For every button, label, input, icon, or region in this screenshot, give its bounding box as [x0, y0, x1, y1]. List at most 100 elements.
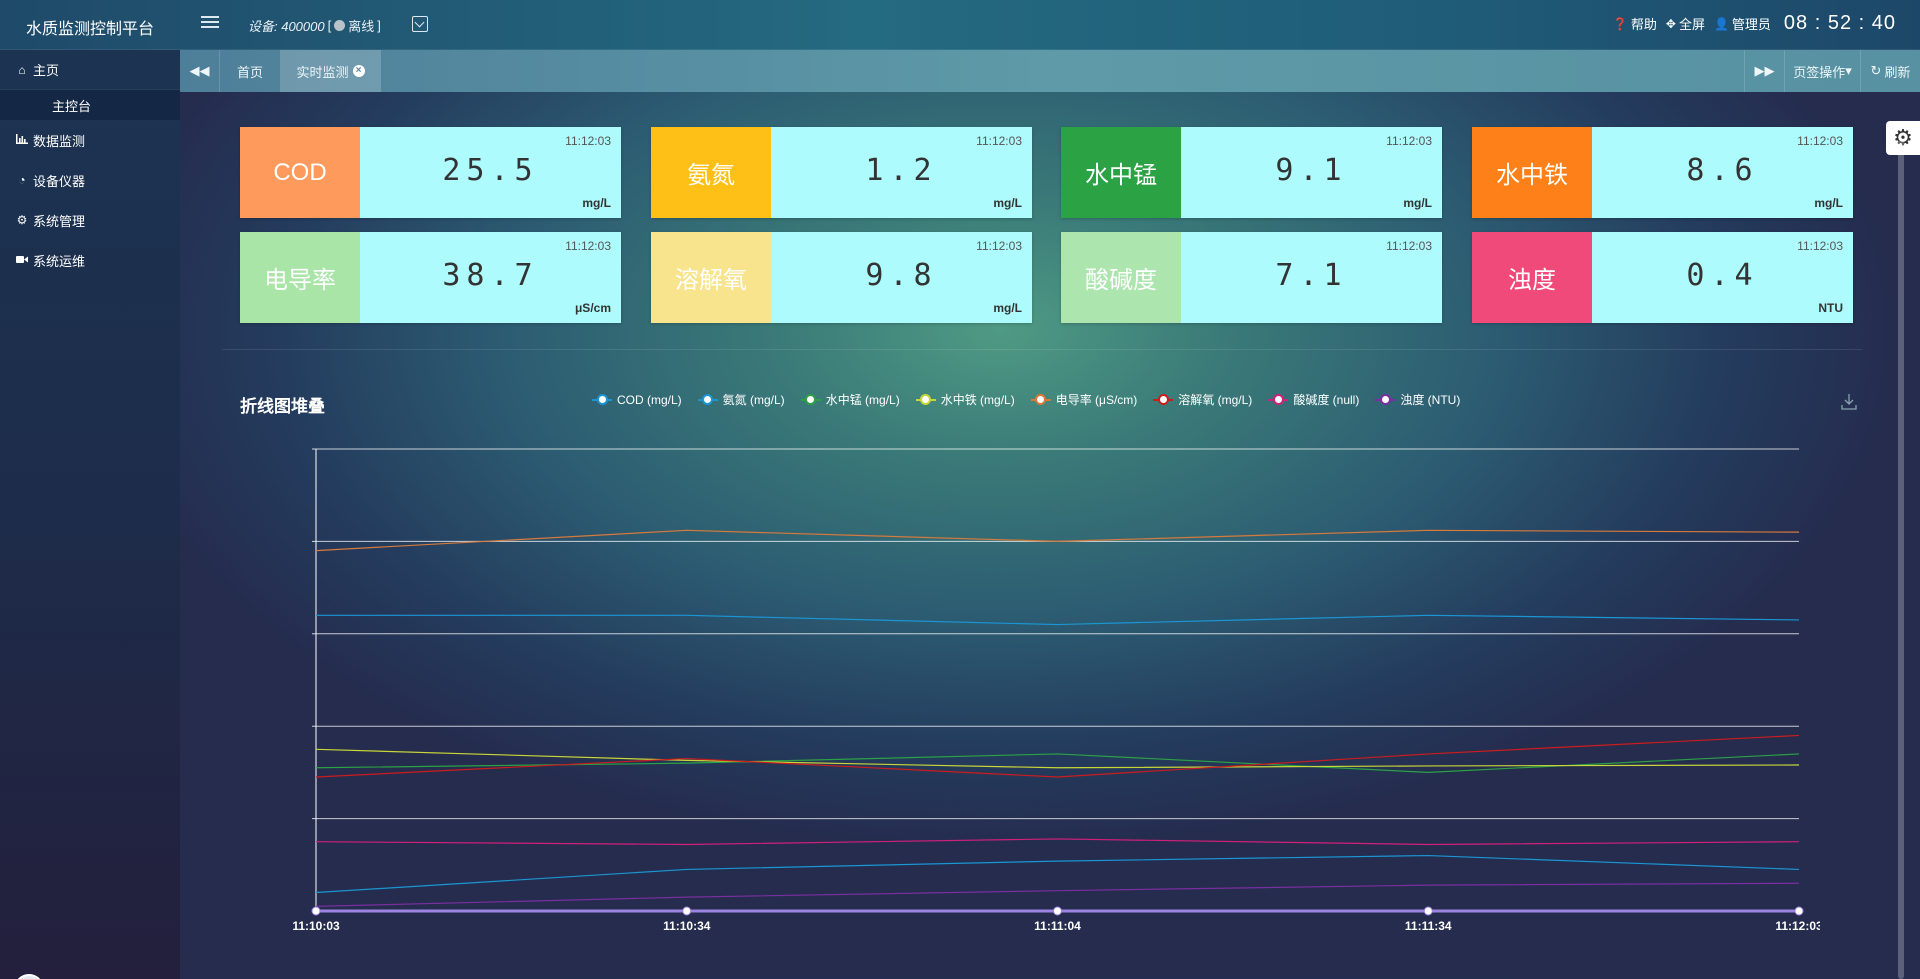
device-label: 设备: 400000 [248, 19, 325, 34]
legend-item[interactable]: 水中铁 (mg/L) [915, 391, 1015, 408]
sidebar-item-devices[interactable]: ◔ 设备仪器 [0, 160, 180, 200]
sidebar-item-label: 数据监测 [33, 133, 86, 149]
chart-title: 折线图堆叠 [240, 397, 325, 416]
x-tick-label: 11:11:04 [1034, 919, 1081, 933]
legend-label: 电导率 (μS/cm) [1055, 393, 1138, 407]
metric-label: 溶解氧 [651, 232, 771, 323]
metric-value: 38.7 [442, 258, 539, 293]
help-button[interactable]: ❓ 帮助 [1613, 14, 1657, 33]
legend-item[interactable]: 氨氮 (mg/L) [697, 391, 785, 408]
metric-body: 11:12:03 1.2 mg/L [771, 127, 1032, 218]
device-status: 设备: 400000 [ 离线 ] [248, 16, 381, 35]
legend-item[interactable]: 水中锰 (mg/L) [800, 391, 900, 408]
sidebar: ⌂ 主页 主控台 数据监测 ◔ 设备仪器 ⚙ 系统管理 系统运维 [0, 50, 180, 979]
top-bar: 水质监测控制平台 设备: 400000 [ 离线 ] ❓ 帮助 ✥ 全屏 👤 管… [0, 0, 1920, 50]
sidebar-item-console[interactable]: 主控台 [0, 90, 180, 120]
tab-realtime[interactable]: 实时监测 × [280, 50, 381, 92]
x-axis-marker [1423, 906, 1433, 916]
series-line [315, 529, 1800, 552]
refresh-label: 刷新 [1884, 64, 1911, 80]
sidebar-item-data-monitor[interactable]: 数据监测 [0, 120, 180, 160]
metric-unit: NTU [1818, 301, 1843, 315]
metric-card: 电导率 11:12:03 38.7 μS/cm [240, 232, 621, 323]
x-tick-label: 11:10:03 [292, 919, 340, 933]
refresh-button[interactable]: ↻ 刷新 [1860, 50, 1920, 92]
bracket-open: [ [327, 18, 332, 33]
metric-value: 1.2 [865, 153, 938, 188]
legend-label: 酸碱度 (null) [1293, 393, 1360, 407]
metric-card: COD 11:12:03 25.5 mg/L [240, 127, 621, 218]
x-tick-label: 11:12:03 [1775, 919, 1820, 933]
legend-label: 溶解氧 (mg/L) [1178, 393, 1253, 407]
tab-realtime-label: 实时监测 [296, 64, 349, 80]
x-tick-label: 11:11:34 [1405, 919, 1452, 933]
legend-item[interactable]: 溶解氧 (mg/L) [1153, 391, 1252, 408]
metric-label: 电导率 [240, 232, 360, 323]
metric-time: 11:12:03 [1797, 239, 1843, 253]
metric-unit: mg/L [993, 196, 1022, 210]
caret-down-icon: ▾ [1845, 63, 1852, 78]
metric-time: 11:12:03 [1386, 239, 1432, 253]
series-line [316, 614, 1800, 626]
legend-label: 水中铁 (mg/L) [940, 393, 1015, 407]
metric-unit: mg/L [582, 196, 611, 210]
legend-marker-icon [697, 394, 718, 406]
x-axis-marker [311, 906, 321, 916]
fullscreen-button[interactable]: ✥ 全屏 [1666, 14, 1705, 33]
metric-body: 11:12:03 38.7 μS/cm [360, 232, 621, 323]
legend-marker-icon [800, 394, 821, 406]
metric-unit: mg/L [1403, 196, 1432, 210]
legend-label: 水中锰 (mg/L) [825, 393, 900, 407]
metric-time: 11:12:03 [1386, 134, 1432, 148]
metric-body: 11:12:03 9.8 mg/L [771, 232, 1032, 323]
scrollbar[interactable] [1898, 140, 1904, 979]
metric-time: 11:12:03 [565, 239, 611, 253]
gear-icon: ⚙ [16, 213, 28, 227]
tab-close-icon[interactable]: × [352, 65, 365, 77]
metric-label: 浊度 [1472, 232, 1592, 323]
legend-label: COD (mg/L) [617, 392, 682, 407]
admin-label: 管理员 [1731, 17, 1771, 32]
tab-home[interactable]: 首页 [220, 50, 280, 92]
sidebar-item-system-management[interactable]: ⚙ 系统管理 [0, 200, 180, 240]
metric-body: 11:12:03 8.6 mg/L [1592, 127, 1853, 218]
legend-marker-icon [592, 394, 612, 406]
legend-marker-icon [1268, 394, 1289, 406]
sidebar-item-ops[interactable]: 系统运维 [0, 240, 180, 280]
legend-item[interactable]: COD (mg/L) [592, 391, 682, 408]
metric-card: 溶解氧 11:12:03 9.8 mg/L [651, 232, 1032, 323]
metric-time: 11:12:03 [1797, 134, 1843, 148]
metric-card: 酸碱度 11:12:03 7.1 [1061, 232, 1442, 323]
legend-item[interactable]: 酸碱度 (null) [1268, 391, 1359, 408]
legend-item[interactable]: 电导率 (μS/cm) [1030, 391, 1138, 408]
metric-label: 水中铁 [1472, 127, 1592, 218]
clock: 08 : 52 : 40 [1783, 12, 1896, 34]
metric-body: 11:12:03 7.1 [1181, 232, 1442, 323]
device-dropdown-icon[interactable] [412, 16, 428, 32]
tab-next-button[interactable]: ▶▶ [1744, 50, 1784, 92]
legend-marker-icon [1030, 394, 1051, 406]
metric-card: 水中锰 11:12:03 9.1 mg/L [1061, 127, 1442, 218]
legend-marker-icon [1153, 394, 1174, 406]
metric-label: 水中锰 [1061, 127, 1181, 218]
tab-bar: ◀◀ 首页 实时监测 × ▶▶ 页签操作 ▾ ↻ 刷新 [180, 50, 1920, 92]
admin-button[interactable]: 👤 管理员 [1714, 14, 1771, 33]
legend-item[interactable]: 浊度 (NTU) [1375, 391, 1460, 408]
tab-home-label: 首页 [236, 64, 263, 80]
chart-legend: COD (mg/L) 氨氮 (mg/L) 水中锰 (mg/L) 水中铁 (mg/L) 电… [592, 391, 1476, 408]
top-right-toolbar: ❓ 帮助 ✥ 全屏 👤 管理员 08 : 52 : 40 [1613, 12, 1896, 35]
metric-card: 氨氮 11:12:03 1.2 mg/L [651, 127, 1032, 218]
line-chart: 11:10:03 11:10:34 11:11:04 11:11:34 11:12:03 [292, 448, 1820, 933]
download-icon[interactable] [1841, 393, 1857, 411]
tab-prev-button[interactable]: ◀◀ [180, 50, 220, 92]
metric-body: 11:12:03 9.1 mg/L [1181, 127, 1442, 218]
sidebar-item-home[interactable]: ⌂ 主页 [0, 50, 180, 90]
sidebar-item-label: 系统运维 [33, 253, 86, 269]
menu-toggle-icon[interactable] [201, 16, 219, 30]
metric-body: 11:12:03 25.5 mg/L [360, 127, 621, 218]
legend-label: 氨氮 (mg/L) [722, 393, 785, 407]
series-line [315, 882, 1800, 907]
refresh-icon: ↻ [1870, 63, 1882, 78]
tab-operations-dropdown[interactable]: 页签操作 ▾ [1784, 50, 1860, 92]
bar-chart-icon [15, 133, 29, 147]
